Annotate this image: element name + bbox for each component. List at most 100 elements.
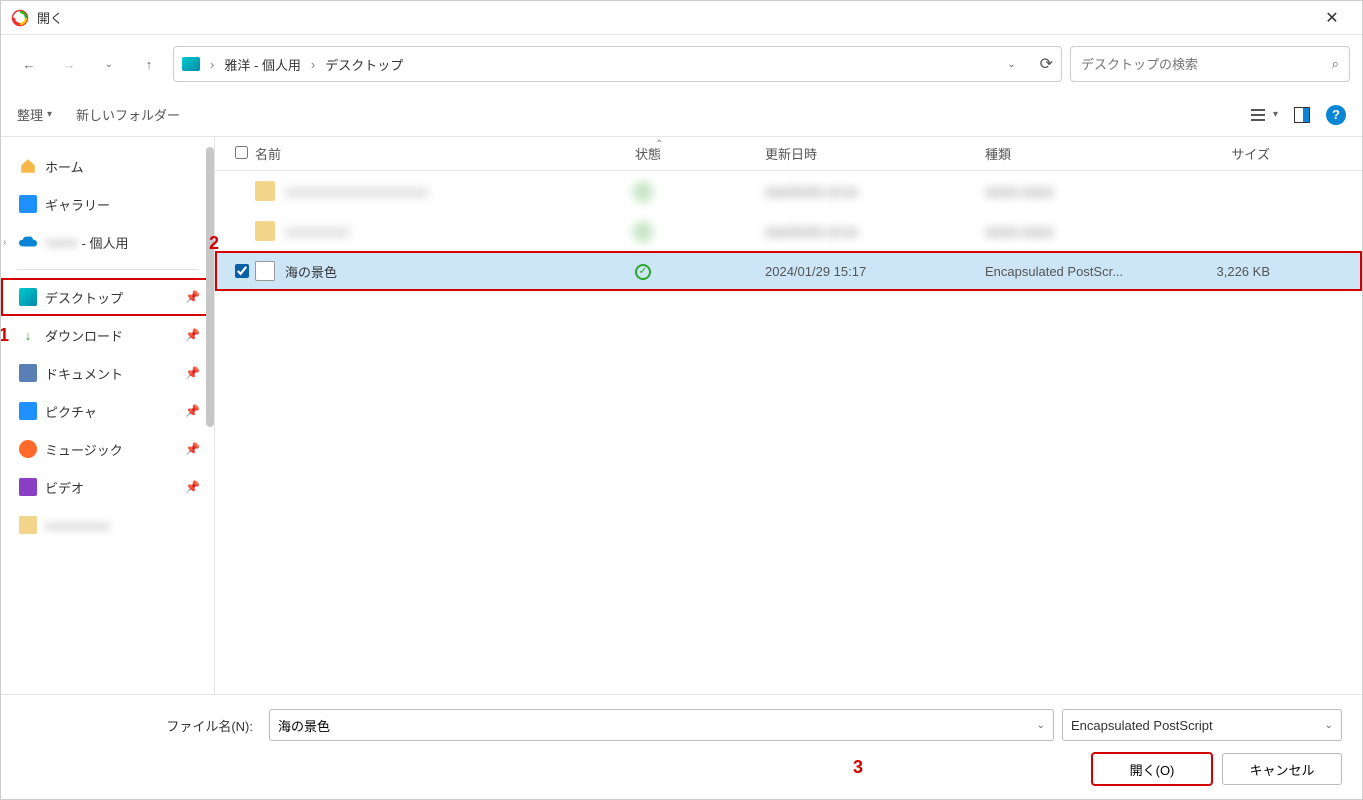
sidebar-item-pictures[interactable]: ピクチャ 📌 [1, 392, 214, 430]
chevron-down-icon[interactable]: ⌄ [1007, 59, 1015, 70]
annotation-3: 3 [853, 757, 863, 778]
scrollbar[interactable] [206, 147, 214, 427]
preview-pane-button[interactable] [1294, 107, 1310, 123]
sidebar-item-label: - 個人用 [82, 233, 129, 252]
file-size: 3,226 KB [1170, 264, 1280, 279]
sidebar-item-label: ホーム [45, 157, 84, 176]
up-button[interactable]: ↑ [133, 48, 165, 80]
pin-icon: 📌 [185, 328, 200, 342]
file-date: 2024/01/29 15:17 [765, 264, 985, 279]
file-name: xxxxxxxxxxxxxxxxxxxxxx [285, 184, 635, 199]
app-icon [11, 9, 29, 27]
file-pane: 2 ⌃ 名前 状態 更新日時 種類 サイズ xxxxxxxxxxxxxxxxxx… [215, 137, 1362, 694]
titlebar: 開く ✕ [1, 1, 1362, 35]
column-date[interactable]: 更新日時 [765, 144, 985, 163]
sidebar-item-label: ダウンロード [45, 326, 123, 345]
file-date: xxxx/xx/xx xx:xx [765, 224, 985, 239]
column-size[interactable]: サイズ [1170, 144, 1280, 163]
folder-icon [255, 181, 275, 201]
toolbar: 整理 ▾ 新しいフォルダー ▾ ? [1, 93, 1362, 137]
chevron-down-icon[interactable]: ⌄ [1037, 720, 1045, 731]
pin-icon: 📌 [185, 366, 200, 380]
help-button[interactable]: ? [1326, 105, 1346, 125]
sidebar-item-home[interactable]: ホーム [1, 147, 214, 185]
filename-field[interactable]: ⌄ [269, 709, 1054, 741]
sidebar-item-desktop[interactable]: デスクトップ 📌 [1, 278, 214, 316]
folder-icon [255, 221, 275, 241]
file-type: Encapsulated PostScr... [985, 264, 1170, 279]
search-box[interactable]: ⌕ [1070, 46, 1350, 82]
file-row-blurred[interactable]: xxxxxxxxxxxxxxxxxxxxxx ✓ xxxx/xx/xx xx:x… [215, 171, 1362, 211]
dialog-body: ホーム ギャラリー › name - 個人用 1 デスクトップ 📌 ↓ ダ [1, 137, 1362, 694]
sidebar-item-label: ビデオ [45, 478, 84, 497]
sidebar-item-hidden[interactable]: xxxxxxxxxx [1, 506, 214, 544]
desktop-icon [19, 288, 37, 306]
cancel-button[interactable]: キャンセル [1222, 753, 1342, 785]
organize-button[interactable]: 整理 ▾ [17, 105, 52, 124]
file-list: xxxxxxxxxxxxxxxxxxxxxx ✓ xxxx/xx/xx xx:x… [215, 171, 1362, 694]
annotation-2: 2 [209, 233, 219, 254]
cloud-icon [19, 233, 37, 251]
dialog-title: 開く [37, 8, 1312, 27]
sidebar-item-user: name [45, 235, 78, 250]
sort-indicator-icon: ⌃ [655, 139, 663, 150]
sidebar-item-videos[interactable]: ビデオ 📌 [1, 468, 214, 506]
file-type: xxxxx xxxxx [985, 224, 1170, 239]
sidebar-item-music[interactable]: ミュージック 📌 [1, 430, 214, 468]
sidebar-item-documents[interactable]: ドキュメント 📌 [1, 354, 214, 392]
chevron-right-icon: › [311, 57, 315, 72]
view-options-button[interactable]: ▾ [1251, 108, 1278, 122]
divider [17, 269, 198, 270]
file-type: xxxxx xxxxx [985, 184, 1170, 199]
sidebar-item-label: デスクトップ [45, 288, 123, 307]
sidebar-item-label: ピクチャ [45, 402, 97, 421]
sidebar-item-label: ドキュメント [45, 364, 123, 383]
filename-input[interactable] [278, 718, 1037, 733]
select-all-checkbox[interactable] [235, 146, 248, 159]
picture-icon [19, 402, 37, 420]
sidebar-item-label: xxxxxxxxxx [45, 518, 110, 533]
filter-label: Encapsulated PostScript [1071, 718, 1213, 733]
sidebar-item-gallery[interactable]: ギャラリー [1, 185, 214, 223]
back-button[interactable]: ← [13, 48, 45, 80]
forward-button[interactable]: → [53, 48, 85, 80]
recent-locations-button[interactable]: ⌄ [93, 48, 125, 80]
sync-status-icon: ✓ [635, 184, 651, 200]
sidebar-item-onedrive[interactable]: › name - 個人用 [1, 223, 214, 261]
sidebar-item-label: ギャラリー [45, 195, 110, 214]
annotation-1: 1 [1, 325, 9, 346]
monitor-icon [182, 57, 200, 71]
file-row-blurred[interactable]: xxxxxxxxxx ✓ xxxx/xx/xx xx:xx xxxxx xxxx… [215, 211, 1362, 251]
column-type[interactable]: 種類 [985, 144, 1170, 163]
open-button[interactable]: 開く(O) [1092, 753, 1212, 785]
column-name[interactable]: 名前 [255, 144, 635, 163]
filetype-filter[interactable]: Encapsulated PostScript ⌄ [1062, 709, 1342, 741]
sidebar-item-downloads[interactable]: ↓ ダウンロード 📌 [1, 316, 214, 354]
chevron-down-icon: ⌄ [1325, 720, 1333, 731]
file-row-selected[interactable]: 海の景色 ✓ 2024/01/29 15:17 Encapsulated Pos… [215, 251, 1362, 291]
new-folder-button[interactable]: 新しいフォルダー [76, 105, 180, 124]
music-icon [19, 440, 37, 458]
filename-label: ファイル名(N): [21, 716, 261, 735]
download-icon: ↓ [19, 326, 37, 344]
file-name: xxxxxxxxxx [285, 224, 635, 239]
file-date: xxxx/xx/xx xx:xx [765, 184, 985, 199]
document-icon [19, 364, 37, 382]
open-file-dialog: 開く ✕ ← → ⌄ ↑ › 雅洋 - 個人用 › デスクトップ ⌄ ⟳ ⌕ 整… [0, 0, 1363, 800]
chevron-right-icon: › [210, 57, 214, 72]
dialog-footer: ファイル名(N): ⌄ Encapsulated PostScript ⌄ 3 … [1, 694, 1362, 799]
row-checkbox[interactable] [235, 264, 249, 278]
refresh-button[interactable]: ⟳ [1040, 54, 1053, 74]
address-bar[interactable]: › 雅洋 - 個人用 › デスクトップ ⌄ ⟳ [173, 46, 1062, 82]
breadcrumb-root[interactable]: 雅洋 - 個人用 [224, 55, 301, 74]
home-icon [19, 157, 37, 175]
file-name: 海の景色 [285, 262, 635, 281]
gallery-icon [19, 195, 37, 213]
expand-icon[interactable]: › [3, 237, 6, 248]
pin-icon: 📌 [185, 442, 200, 456]
pin-icon: 📌 [185, 480, 200, 494]
breadcrumb-folder[interactable]: デスクトップ [325, 55, 403, 74]
search-input[interactable] [1081, 57, 1332, 72]
close-button[interactable]: ✕ [1312, 8, 1352, 28]
video-icon [19, 478, 37, 496]
